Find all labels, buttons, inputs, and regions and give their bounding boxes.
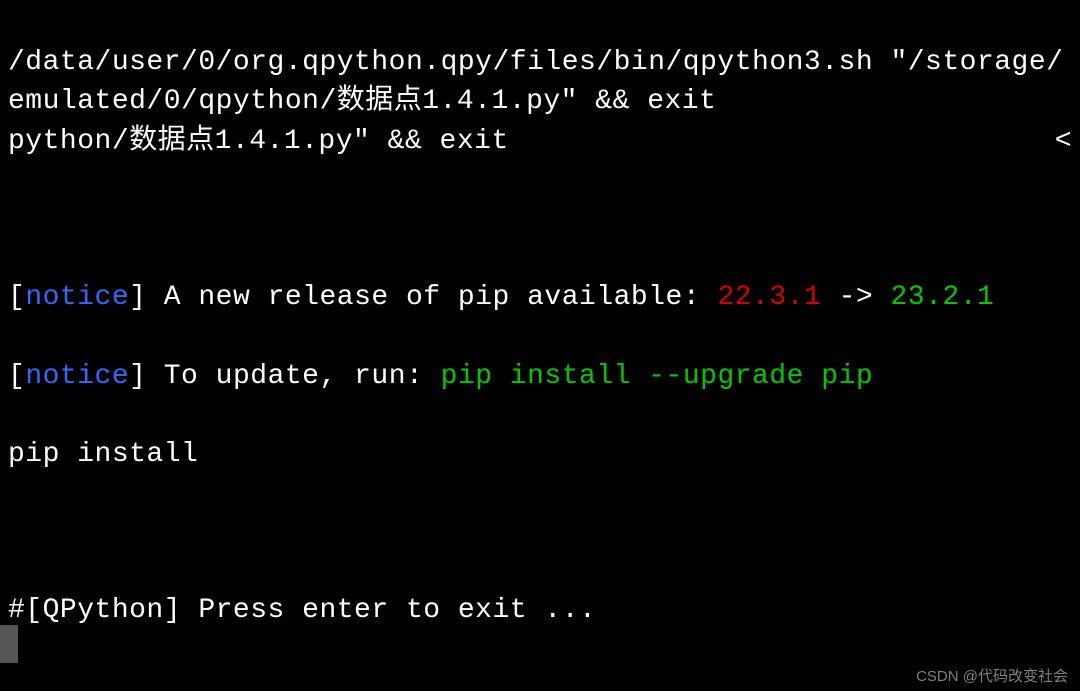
command-line-2-row: python/数据点1.4.1.py" && exit < <box>8 122 1072 161</box>
bracket-open-2: [ <box>8 361 25 392</box>
cursor-block <box>0 625 18 663</box>
pip-install-line: pip install <box>8 435 1072 474</box>
bracket-close-1: ] <box>129 282 146 313</box>
bracket-open-1: [ <box>8 282 25 313</box>
blank-line-1 <box>8 200 1072 239</box>
upgrade-command: pip install --upgrade pip <box>441 361 874 392</box>
blank-line-2 <box>8 513 1072 552</box>
new-version: 23.2.1 <box>891 282 995 313</box>
notice-line-2: [notice] To update, run: pip install --u… <box>8 357 1072 396</box>
old-version: 22.3.1 <box>717 282 821 313</box>
scroll-indicator: < <box>1055 122 1072 161</box>
terminal-output[interactable]: /data/user/0/org.qpython.qpy/files/bin/q… <box>8 4 1072 670</box>
notice-line-1: [notice] A new release of pip available:… <box>8 278 1072 317</box>
notice-text-2: To update, run: <box>146 361 440 392</box>
notice-label-2: notice <box>25 361 129 392</box>
version-arrow: -> <box>821 282 890 313</box>
notice-text-1: A new release of pip available: <box>146 282 717 313</box>
bracket-close-2: ] <box>129 361 146 392</box>
watermark-text: CSDN @代码改变社会 <box>916 666 1068 687</box>
command-line-2: python/数据点1.4.1.py" && exit <box>8 122 509 161</box>
notice-label-1: notice <box>25 282 129 313</box>
command-line-1: /data/user/0/org.qpython.qpy/files/bin/q… <box>8 47 1063 117</box>
exit-prompt: #[QPython] Press enter to exit ... <box>8 591 1072 630</box>
